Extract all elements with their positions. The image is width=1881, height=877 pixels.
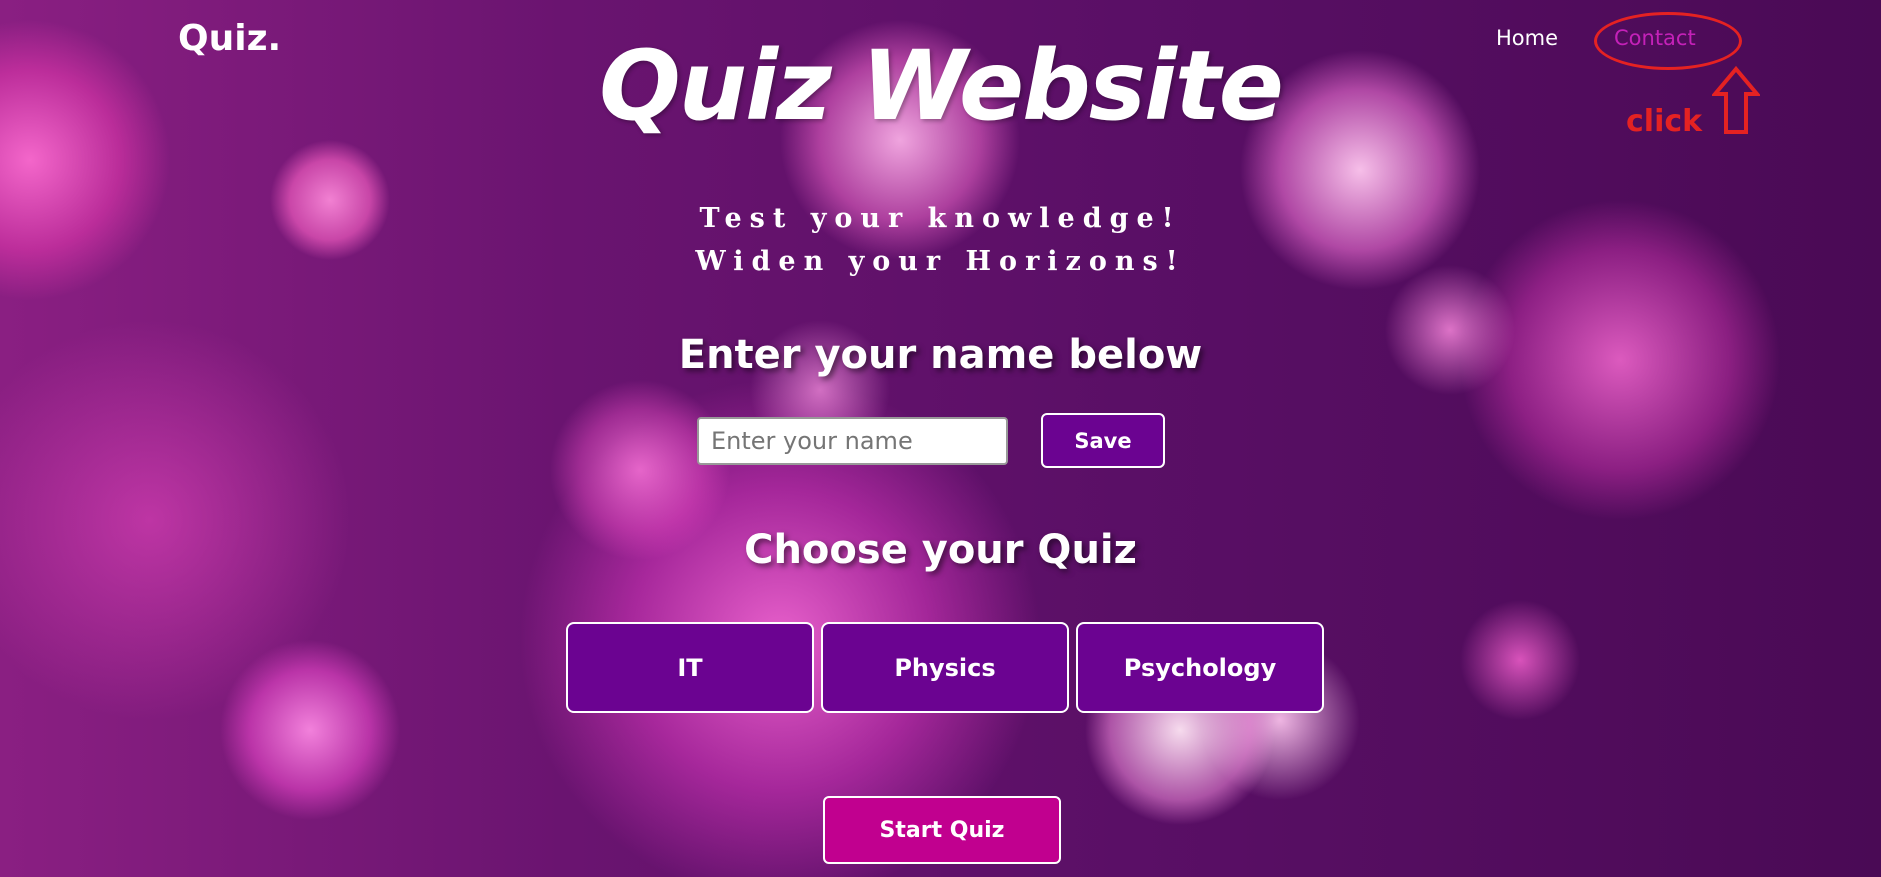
subtitle-line-1: Test your knowledge! bbox=[699, 203, 1182, 234]
start-quiz-button[interactable]: Start Quiz bbox=[823, 796, 1061, 864]
name-heading: Enter your name below bbox=[678, 332, 1203, 378]
quiz-option-psychology[interactable]: Psychology bbox=[1076, 622, 1324, 713]
subtitle-line-2: Widen your Horizons! bbox=[695, 246, 1186, 277]
page-title: Quiz Website bbox=[599, 30, 1284, 142]
quiz-option-physics[interactable]: Physics bbox=[821, 622, 1069, 713]
save-button[interactable]: Save bbox=[1041, 413, 1165, 468]
quiz-heading: Choose your Quiz bbox=[744, 527, 1137, 573]
quiz-option-it[interactable]: IT bbox=[566, 622, 814, 713]
name-input[interactable] bbox=[697, 417, 1008, 465]
